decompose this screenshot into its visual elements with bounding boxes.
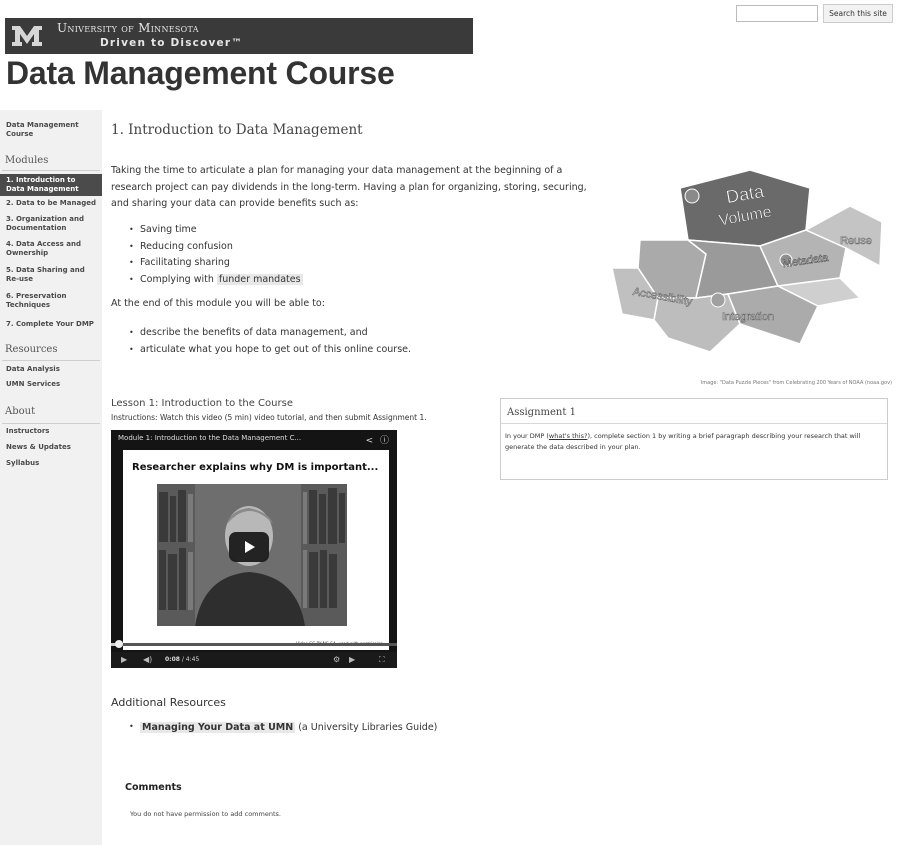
sidebar-item-module-4[interactable]: 4. Data Access and Ownership	[6, 240, 92, 258]
list-item: articulate what you hope to get out of t…	[126, 341, 411, 358]
university-banner[interactable]: University of Minnesota Driven to Discov…	[5, 18, 473, 54]
sidebar-item-module-3[interactable]: 3. Organization and Documentation	[6, 215, 94, 233]
video-progress-bar[interactable]	[111, 640, 397, 648]
settings-icon[interactable]: ⚙	[333, 655, 340, 664]
funder-mandates-link[interactable]: funder mandates	[216, 273, 303, 285]
divider	[2, 423, 100, 424]
outcomes-intro: At the end of this module you will be ab…	[111, 298, 325, 309]
resources-list: Managing Your Data at UMN (a University …	[126, 722, 437, 733]
play-button[interactable]	[229, 532, 269, 562]
list-item: Saving time	[126, 222, 303, 239]
play-icon[interactable]: ▶	[121, 655, 127, 664]
resources-heading: Resources	[5, 344, 58, 355]
benefit-text: Complying with	[140, 273, 217, 285]
university-tagline: Driven to Discover™	[100, 37, 243, 49]
sidebar-item-data-analysis[interactable]: Data Analysis	[6, 365, 100, 374]
list-item: describe the benefits of data management…	[126, 324, 411, 341]
youtube-logo-icon[interactable]: ▶	[349, 655, 355, 664]
divider	[2, 170, 100, 171]
assignment-box: Assignment 1 In your DMP (what's this?),…	[500, 398, 888, 480]
about-heading: About	[5, 406, 36, 417]
search-button[interactable]: Search this site	[823, 4, 893, 23]
comments-title: Comments	[125, 782, 182, 793]
outcomes-list: describe the benefits of data management…	[126, 324, 411, 358]
sidebar-item-module-1[interactable]: 1. Introduction to Data Management	[0, 174, 102, 196]
whats-this-link[interactable]: what's this?	[549, 432, 588, 440]
list-item: Complying with funder mandates	[126, 272, 303, 289]
video-current-time: 0:08	[165, 656, 180, 663]
assignment-body: In your DMP (what's this?), complete sec…	[505, 431, 875, 453]
scrubber-handle[interactable]	[115, 640, 123, 648]
benefits-list: Saving time Reducing confusion Facilitat…	[126, 222, 303, 288]
list-item: Reducing confusion	[126, 239, 303, 256]
assignment-title: Assignment 1	[507, 407, 576, 418]
modules-heading: Modules	[5, 155, 49, 166]
intro-paragraph: Taking the time to articulate a plan for…	[111, 165, 587, 209]
sidebar-item-module-5[interactable]: 5. Data Sharing and Re-use	[6, 266, 92, 284]
sidebar-home-link[interactable]: Data Management Course	[6, 121, 86, 139]
slide-title: Researcher explains why DM is important.…	[132, 462, 379, 473]
lesson-instructions: Instructions: Watch this video (5 min) v…	[111, 413, 427, 422]
sidebar-item-news-updates[interactable]: News & Updates	[6, 443, 100, 452]
video-total-time: / 4:45	[181, 656, 200, 663]
comments-permission-text: You do not have permission to add commen…	[130, 810, 281, 818]
sidebar-item-module-7[interactable]: 7. Complete Your DMP	[6, 320, 100, 329]
sidebar-item-syllabus[interactable]: Syllabus	[6, 459, 100, 468]
search-input[interactable]	[736, 5, 818, 22]
video-title[interactable]: Module 1: Introduction to the Data Manag…	[118, 434, 301, 442]
video-player[interactable]: Module 1: Introduction to the Data Manag…	[111, 430, 397, 668]
additional-resources-title: Additional Resources	[111, 696, 226, 709]
sidebar: Data Management Course Modules 1. Introd…	[0, 110, 102, 845]
info-icon[interactable]: ⓘ	[380, 436, 389, 446]
divider	[501, 423, 887, 424]
managing-data-link[interactable]: Managing Your Data at UMN	[140, 722, 296, 733]
sidebar-item-umn-services[interactable]: UMN Services	[6, 380, 100, 389]
divider	[2, 360, 100, 361]
sidebar-item-instructors[interactable]: Instructors	[6, 427, 100, 436]
list-item: Managing Your Data at UMN (a University …	[126, 722, 437, 733]
page-title: Data Management Course	[6, 55, 395, 91]
video-controls: ▶ ◀) 0:08 / 4:45 ⚙ ▶ ⛶	[111, 652, 397, 668]
university-name: University of Minnesota	[57, 21, 199, 35]
lesson-title: Lesson 1: Introduction to the Course	[111, 398, 293, 409]
assignment-text: In your DMP (	[505, 432, 549, 440]
sidebar-item-module-2[interactable]: 2. Data to be Managed	[6, 199, 100, 208]
puzzle-label-integration: Integration	[722, 311, 774, 323]
list-item: Facilitating sharing	[126, 255, 303, 272]
image-caption: Image: "Data Puzzle Pieces" from Celebra…	[700, 380, 892, 386]
university-logo-icon	[12, 26, 42, 46]
sidebar-item-module-6[interactable]: 6. Preservation Techniques	[6, 292, 86, 310]
data-puzzle-image: Data Volume Reuse Metadata Accessibility…	[611, 169, 883, 353]
share-icon[interactable]: <	[366, 436, 374, 446]
volume-icon[interactable]: ◀)	[143, 655, 152, 664]
module-title: 1. Introduction to Data Management	[111, 122, 363, 138]
fullscreen-icon[interactable]: ⛶	[379, 655, 385, 665]
resource-note: (a University Libraries Guide)	[295, 722, 438, 733]
puzzle-label-reuse: Reuse	[840, 235, 872, 247]
